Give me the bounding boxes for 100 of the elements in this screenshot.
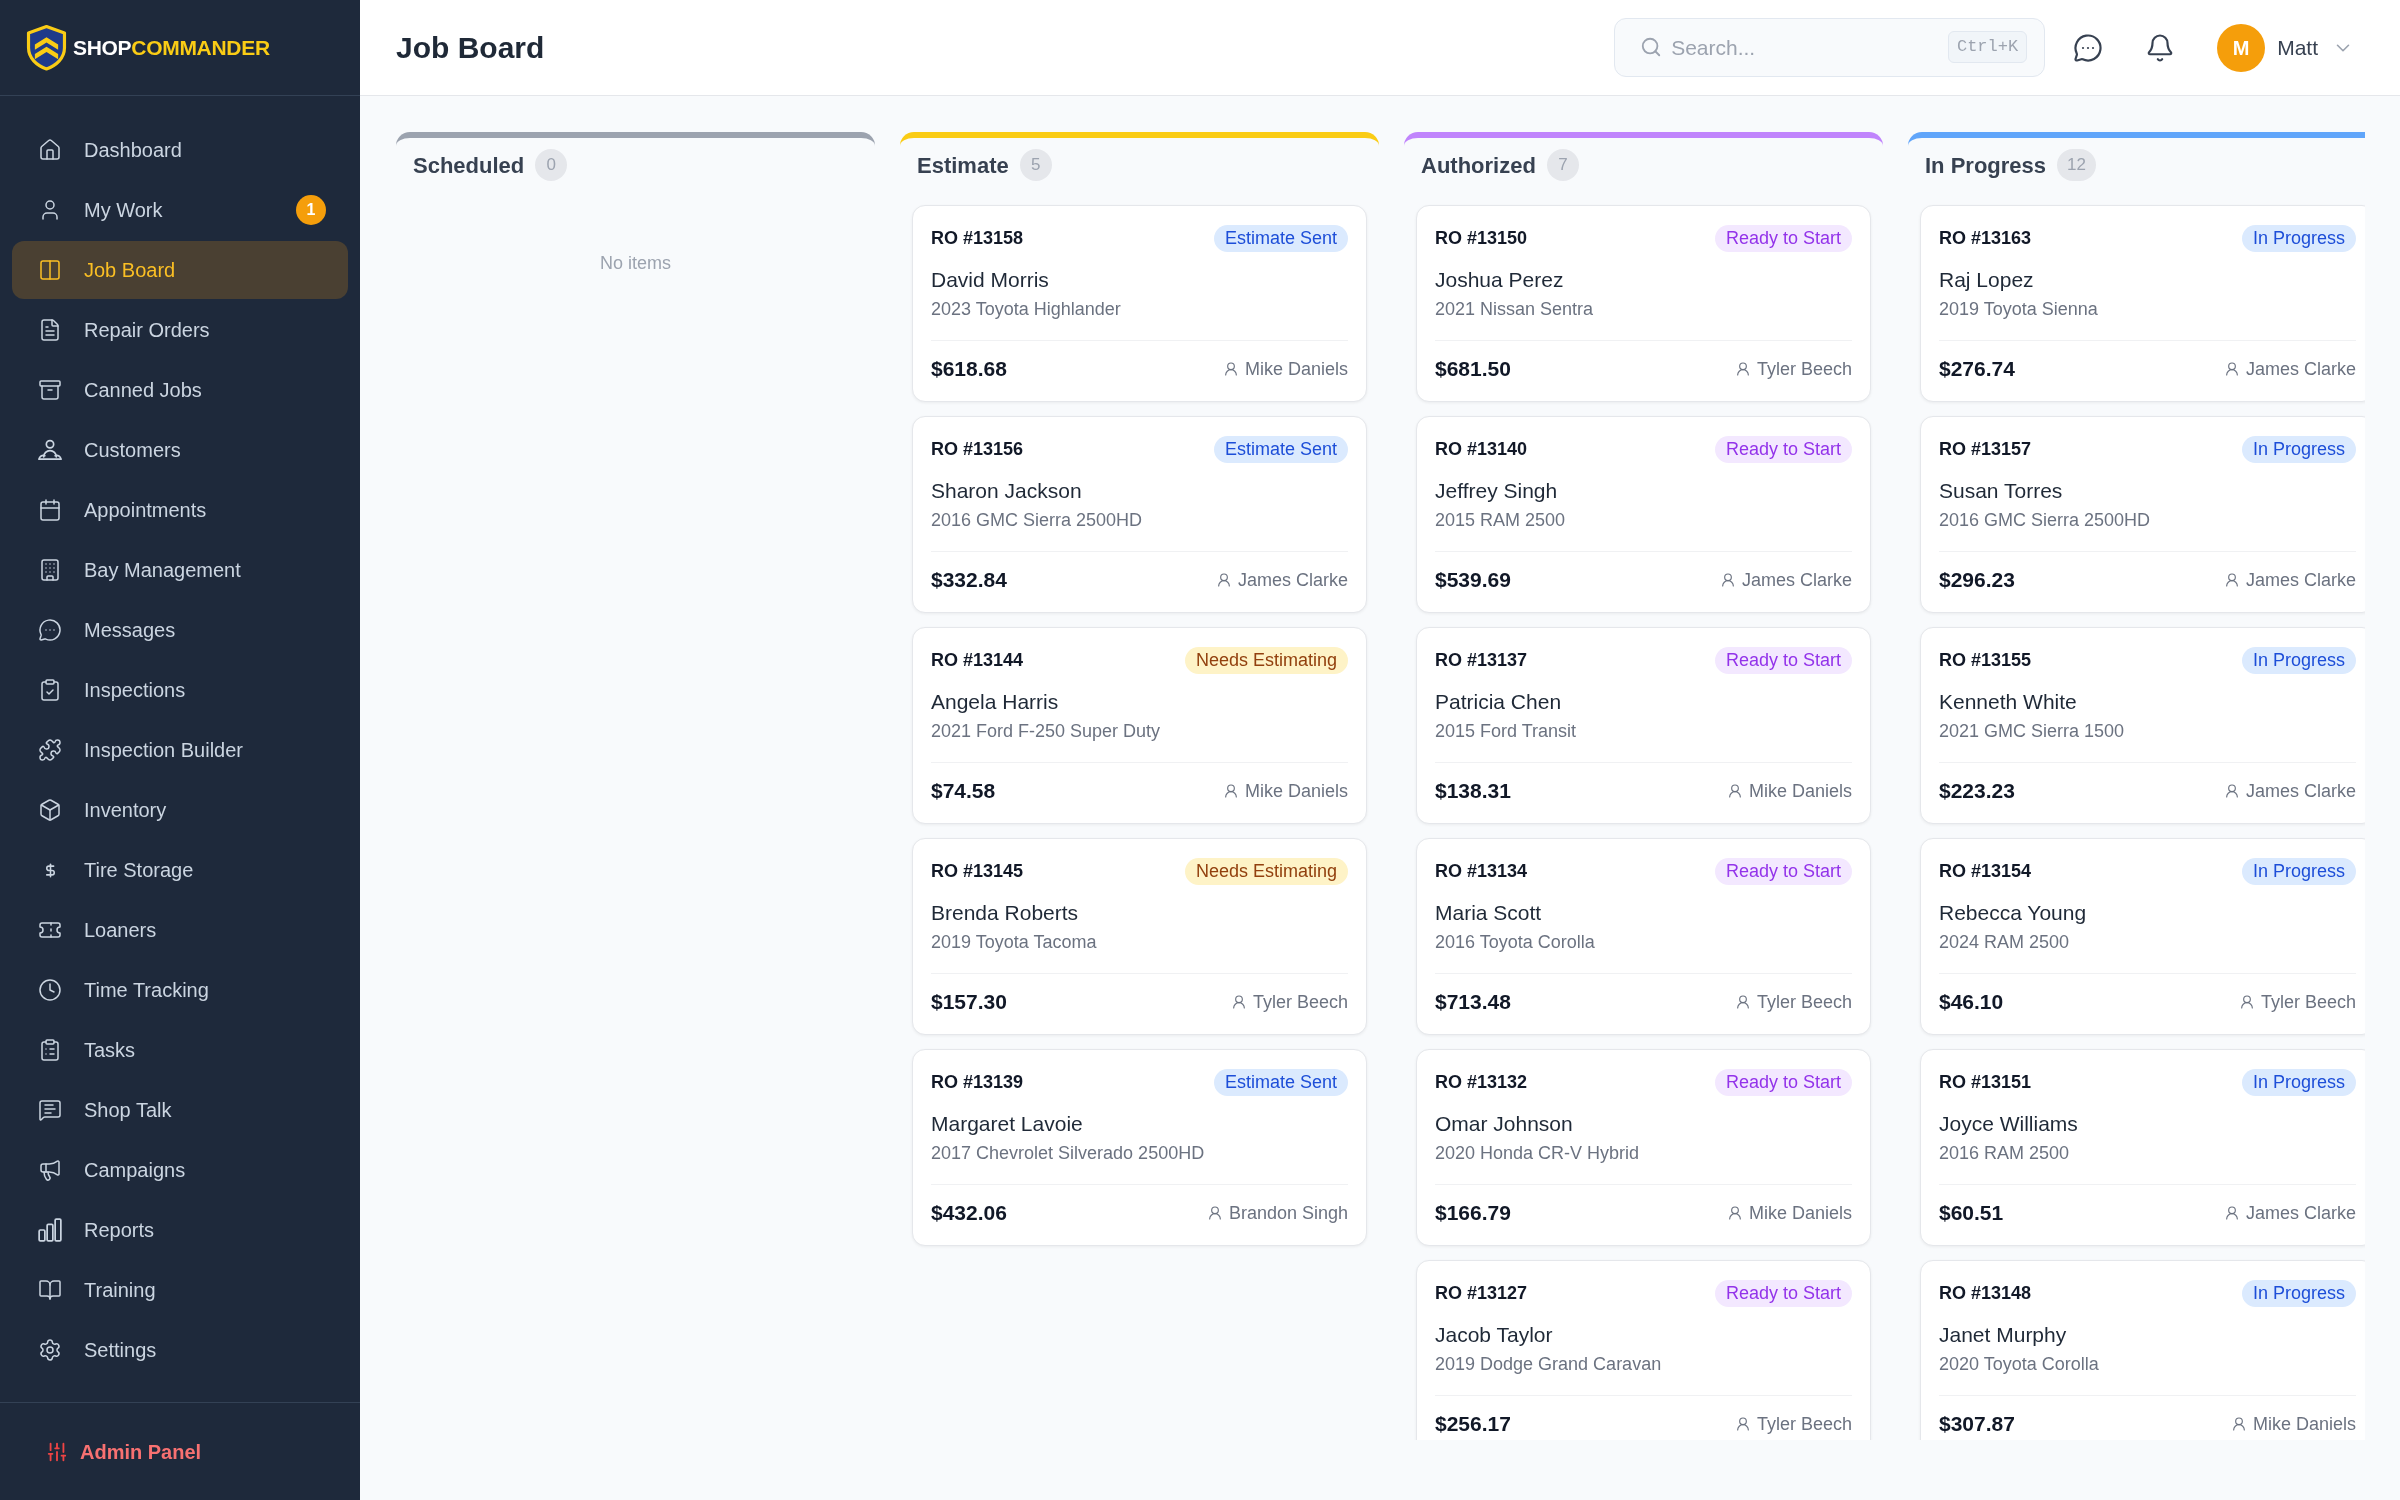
assignee-name: Mike Daniels: [1244, 779, 1348, 803]
order-total: $296.23: [1939, 567, 2015, 594]
status-tag: Estimate Sent: [1213, 224, 1348, 252]
status-tag: Ready to Start: [1714, 435, 1852, 463]
nav-item[interactable]: Repair Orders: [12, 301, 348, 359]
nav-item[interactable]: Job Board: [12, 241, 348, 299]
job-card[interactable]: RO #13144 Needs Estimating Angela Harris 2021 Ford F-250 Super Duty $74.58 Mike Daniels: [912, 627, 1367, 824]
clock-icon: [38, 978, 62, 1002]
job-card[interactable]: RO #13134 Ready to Start Maria Scott 2016 Toyota Corolla $713.48 Tyler Beech: [1416, 838, 1871, 1035]
status-tag: Estimate Sent: [1213, 435, 1348, 463]
status-tag: Ready to Start: [1714, 646, 1852, 674]
order-total: $681.50: [1435, 356, 1511, 383]
job-card[interactable]: RO #13139 Estimate Sent Margaret Lavoie 2017 Chevrolet Silverado 2500HD $432.06 Brandon Singh: [912, 1049, 1367, 1246]
person-icon: [1734, 361, 1751, 377]
open-book-icon: [38, 1278, 62, 1302]
count-badge: 5: [1019, 149, 1052, 181]
job-card[interactable]: RO #13154 In Progress Rebecca Young 2024 RAM 2500 $46.10 Tyler Beech: [1920, 838, 2365, 1035]
user-avatar: M: [2217, 23, 2266, 72]
job-card[interactable]: RO #13127 Ready to Start Jacob Taylor 2019 Dodge Grand Caravan $256.17 Tyler Beech: [1416, 1260, 1871, 1440]
cube-icon: [38, 798, 62, 822]
job-card[interactable]: RO #13151 In Progress Joyce Williams 2016 RAM 2500 $60.51 James Clarke: [1920, 1049, 2365, 1246]
admin-panel-link[interactable]: Admin Panel: [24, 1426, 224, 1477]
empty-message: No items: [600, 252, 671, 275]
nav-item[interactable]: Inspection Builder: [12, 721, 348, 779]
order-total: $276.74: [1939, 356, 2015, 383]
nav-item[interactable]: Canned Jobs: [12, 361, 348, 419]
job-card[interactable]: RO #13148 In Progress Janet Murphy 2020 Toyota Corolla $307.87 Mike Daniels: [1920, 1260, 2365, 1440]
person-icon: [1734, 1416, 1751, 1432]
assignee-name: James Clarke: [2245, 357, 2356, 381]
repair-order-number: RO #13150: [1435, 226, 1528, 250]
repair-order-number: RO #13139: [931, 1070, 1024, 1094]
shortcut-key: Ctrl+K: [1947, 31, 2028, 63]
building-icon: [38, 558, 62, 582]
nav-item[interactable]: Tire Storage: [12, 841, 348, 899]
status-tag: Estimate Sent: [1213, 1068, 1348, 1096]
megaphone-icon: [38, 1158, 62, 1182]
job-card[interactable]: RO #13145 Needs Estimating Brenda Roberts 2019 Toyota Tacoma $157.30 Tyler Beech: [912, 838, 1367, 1035]
job-card[interactable]: RO #13158 Estimate Sent David Morris 2023 Toyota Highlander $618.68 Mike Daniels: [912, 205, 1367, 402]
nav-item[interactable]: Dashboard: [12, 121, 348, 179]
order-total: $256.17: [1435, 1411, 1511, 1438]
clipboard-list-icon: [38, 1038, 62, 1062]
job-card[interactable]: RO #13156 Estimate Sent Sharon Jackson 2016 GMC Sierra 2500HD $332.84 James Clarke: [912, 416, 1367, 613]
person-icon: [1734, 994, 1751, 1010]
job-card[interactable]: RO #13157 In Progress Susan Torres 2016 GMC Sierra 2500HD $296.23 James Clarke: [1920, 416, 2365, 613]
count-badge: 0: [535, 149, 568, 181]
nav-item[interactable]: My Work 1: [12, 181, 348, 239]
nav-item[interactable]: Appointments: [12, 481, 348, 539]
repair-order-number: RO #13163: [1939, 226, 2032, 250]
column-title: In Progress: [1925, 151, 2047, 180]
vehicle-name: 2020 Honda CR-V Hybrid: [1435, 1142, 1641, 1165]
vehicle-name: 2016 GMC Sierra 2500HD: [931, 509, 1144, 532]
customer-name: Margaret Lavoie: [931, 1111, 1084, 1137]
nav-item[interactable]: Loaners: [12, 901, 348, 959]
person-icon: [2223, 783, 2240, 799]
order-total: $539.69: [1435, 567, 1511, 594]
nav-item[interactable]: Training: [12, 1261, 348, 1319]
nav-item[interactable]: Time Tracking: [12, 961, 348, 1019]
job-card[interactable]: RO #13155 In Progress Kenneth White 2021 GMC Sierra 1500 $223.23 James Clarke: [1920, 627, 2365, 824]
person-icon: [1719, 572, 1736, 588]
nav-item[interactable]: Reports: [12, 1201, 348, 1259]
assignee-name: Tyler Beech: [1756, 357, 1852, 381]
person-icon: [2238, 994, 2255, 1010]
nav-item[interactable]: Customers: [12, 421, 348, 479]
nav-item[interactable]: Inventory: [12, 781, 348, 839]
repair-order-number: RO #13148: [1939, 1281, 2032, 1305]
nav-item[interactable]: Inspections: [12, 661, 348, 719]
nav-item[interactable]: Messages: [12, 601, 348, 659]
person-icon: [1726, 783, 1743, 799]
people-group-icon: [38, 438, 62, 462]
settings-icon: [38, 1338, 62, 1362]
status-tag: In Progress: [2241, 224, 2356, 252]
customer-name: Rebecca Young: [1939, 900, 2088, 926]
status-tag: Needs Estimating: [1184, 857, 1348, 885]
order-total: $166.79: [1435, 1200, 1511, 1227]
job-card[interactable]: RO #13132 Ready to Start Omar Johnson 2020 Honda CR-V Hybrid $166.79 Mike Daniels: [1416, 1049, 1871, 1246]
user-menu-button[interactable]: M Matt: [2217, 23, 2354, 72]
job-card[interactable]: RO #13140 Ready to Start Jeffrey Singh 2015 RAM 2500 $539.69 James Clarke: [1416, 416, 1871, 613]
customer-name: Susan Torres: [1939, 478, 2064, 504]
vehicle-name: 2019 Toyota Sienna: [1939, 298, 2099, 321]
nav-item[interactable]: Bay Management: [12, 541, 348, 599]
repair-order-number: RO #13132: [1435, 1070, 1528, 1094]
assignee-name: Mike Daniels: [2252, 1412, 2356, 1436]
assignee-name: Mike Daniels: [1244, 357, 1348, 381]
customer-name: Jeffrey Singh: [1435, 478, 1559, 504]
job-card[interactable]: RO #13150 Ready to Start Joshua Perez 2021 Nissan Sentra $681.50 Tyler Beech: [1416, 205, 1871, 402]
nav-item[interactable]: Tasks: [12, 1021, 348, 1079]
home-icon: [38, 138, 62, 162]
page-title: Job Board: [396, 30, 545, 66]
nav-item[interactable]: Settings: [12, 1321, 348, 1379]
vehicle-name: 2017 Chevrolet Silverado 2500HD: [931, 1142, 1206, 1165]
job-card[interactable]: RO #13163 In Progress Raj Lopez 2019 Toyota Sienna $276.74 James Clarke: [1920, 205, 2365, 402]
assignee-name: Brandon Singh: [1228, 1201, 1348, 1225]
nav-item[interactable]: Shop Talk: [12, 1081, 348, 1139]
customer-name: Joshua Perez: [1435, 267, 1565, 293]
nav-item[interactable]: Campaigns: [12, 1141, 348, 1199]
job-card[interactable]: RO #13137 Ready to Start Patricia Chen 2015 Ford Transit $138.31 Mike Daniels: [1416, 627, 1871, 824]
order-total: $138.31: [1435, 778, 1511, 805]
columns-icon: [38, 258, 62, 282]
column-title: Authorized: [1421, 151, 1536, 180]
vehicle-name: 2023 Toyota Highlander: [931, 298, 1122, 321]
